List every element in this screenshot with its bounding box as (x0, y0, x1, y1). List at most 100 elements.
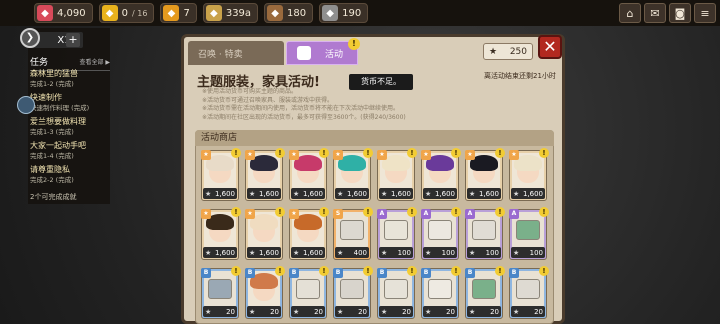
shop-item-card[interactable]: ★! ★ 1,600 (289, 148, 329, 201)
item-price: ★ 1,600 (203, 188, 237, 199)
shop-item-card[interactable]: A! ★ 100 (509, 207, 549, 260)
furniture-shape (340, 279, 364, 299)
item-price: ★ 20 (467, 306, 501, 317)
quest-item[interactable]: 森林里的猛兽 完成1-2 (完成) (30, 68, 110, 90)
grade-badge: A (377, 209, 387, 219)
quest-title: 森林里的猛兽 (30, 69, 78, 78)
shop-item-card[interactable]: B! ★ 20 (245, 266, 285, 319)
shop-item-card[interactable]: S! ★ 400 (333, 207, 373, 260)
resource-energy[interactable]: ◆ 0/ 16 (98, 3, 155, 23)
shop-item-card[interactable]: ★! ★ 1,600 (465, 148, 505, 201)
collapse-button[interactable]: ❯ (20, 28, 40, 48)
notice-badge-icon: ! (319, 148, 329, 158)
portrait-face (250, 155, 278, 183)
furniture-shape (296, 279, 320, 299)
event-currency: ★ 250 (483, 43, 533, 60)
star-icon: ★ (337, 248, 344, 257)
shop-item-card[interactable]: B! ★ 20 (289, 266, 329, 319)
shop-item-card[interactable]: ★! ★ 1,600 (201, 148, 241, 201)
shop-item-card[interactable]: B! ★ 20 (465, 266, 505, 319)
add-button[interactable]: + (66, 33, 80, 47)
shop-item-card[interactable]: A! ★ 100 (377, 207, 417, 260)
shop-item-card[interactable]: A! ★ 100 (465, 207, 505, 260)
grade-badge: B (421, 268, 431, 278)
resource-gem[interactable]: ◆ 4,090 (34, 3, 93, 23)
star-icon: ★ (489, 46, 498, 57)
shop-item-card[interactable]: B! ★ 20 (421, 266, 461, 319)
item-price-value: 1,600 (258, 189, 279, 198)
star-icon: ★ (381, 248, 388, 257)
grade-badge: ★ (289, 150, 299, 160)
shop-item-card[interactable]: B! ★ 20 (201, 266, 241, 319)
shop-item-card[interactable]: ★! ★ 1,600 (289, 207, 329, 260)
wood-icon: ◆ (267, 5, 284, 21)
camera-button[interactable]: ◙ (669, 3, 691, 23)
quest-item[interactable]: 快速制作 快速制作料理 (完成) (30, 92, 110, 114)
shop-item-card[interactable]: ★! ★ 1,600 (377, 148, 417, 201)
grade-badge: ★ (509, 150, 519, 160)
top-right-buttons: ⌂ ✉ ◙ ≡ (619, 3, 716, 23)
item-price-value: 1,600 (434, 189, 455, 198)
mail-button[interactable]: ✉ (644, 3, 666, 23)
resource-stone[interactable]: ◆ 190 (319, 3, 369, 23)
home-icon: ⌂ (626, 6, 634, 20)
grade-badge: ★ (333, 150, 343, 160)
grade-badge: ★ (289, 209, 299, 219)
shop-item-card[interactable]: ★! ★ 1,600 (509, 148, 549, 201)
resource-coin[interactable]: ◆ 339a (202, 3, 259, 23)
resource-value: 180 (287, 7, 307, 19)
quest-indicator[interactable] (17, 96, 35, 114)
quest-item[interactable]: 爱兰想要做料理 完成1-3 (完成) (30, 116, 110, 138)
mail-icon: ✉ (650, 6, 660, 20)
portrait-face (250, 273, 278, 301)
star-icon: ★ (293, 189, 300, 198)
item-price: ★ 1,600 (203, 247, 237, 258)
close-button[interactable]: ✕ (538, 35, 562, 59)
energy-icon: ◆ (101, 5, 118, 21)
shop-item-card[interactable]: ★! ★ 1,600 (201, 207, 241, 260)
view-all-link[interactable]: 查看全部 ▶ (79, 57, 110, 66)
shop-item-card[interactable]: ★! ★ 1,600 (245, 148, 285, 201)
resource-value: 190 (342, 7, 362, 19)
tab-event[interactable]: 活动 ! (286, 38, 360, 65)
tab-event-label: 活动 (325, 49, 344, 60)
portrait-face (514, 155, 542, 183)
menu-button[interactable]: ≡ (694, 3, 716, 23)
shop-item-card[interactable]: A! ★ 100 (421, 207, 461, 260)
resource-key[interactable]: ◆ 7 (160, 3, 197, 23)
shop-item-card[interactable]: ★! ★ 1,600 (333, 148, 373, 201)
portrait-face (470, 155, 498, 183)
notice-badge-icon: ! (319, 266, 329, 276)
shop-item-card[interactable]: ★! ★ 1,600 (245, 207, 285, 260)
grade-badge: S (333, 209, 343, 219)
furniture-shape (384, 279, 408, 299)
tab-summon-sale[interactable]: 召唤 · 特卖 (188, 41, 284, 65)
event-end-time: 离活动结束还剩21小时 (484, 72, 556, 80)
furniture-shape (428, 220, 452, 240)
portrait-face (250, 214, 278, 242)
notice-badge-icon: ! (363, 148, 373, 158)
item-price: ★ 1,600 (511, 188, 545, 199)
resource-wood[interactable]: ◆ 180 (264, 3, 314, 23)
shop-item-card[interactable]: B! ★ 20 (377, 266, 417, 319)
grade-badge: B (333, 268, 343, 278)
furniture-shape (428, 279, 452, 299)
item-price: ★ 20 (335, 306, 369, 317)
portrait-face (294, 155, 322, 183)
home-button[interactable]: ⌂ (619, 3, 641, 23)
shop-title: 活动商店 (195, 130, 554, 146)
item-price-value: 1,600 (390, 189, 411, 198)
shop-item-card[interactable]: B! ★ 20 (333, 266, 373, 319)
item-price-value: 1,600 (258, 248, 279, 257)
furniture-shape (208, 279, 232, 299)
shop-grid: ★! ★ 1,600 ★! ★ 1,600 ★! ★ 1,600 ★! ★ 1,600 ★! ★ 1,600… (201, 148, 551, 319)
item-price: ★ 100 (467, 247, 501, 258)
shop-item-card[interactable]: ★! ★ 1,600 (421, 148, 461, 201)
item-price-value: 1,600 (214, 248, 235, 257)
quest-item[interactable]: 请尊重隐私 完成2-2 (完成) (30, 164, 110, 186)
notice-badge-icon: ! (495, 266, 505, 276)
shop-item-card[interactable]: B! ★ 20 (509, 266, 549, 319)
quest-item[interactable]: 大家一起动手吧 完成1-4 (完成) (30, 140, 110, 162)
notice-badge-icon: ! (539, 207, 549, 217)
grade-badge: ★ (245, 209, 255, 219)
